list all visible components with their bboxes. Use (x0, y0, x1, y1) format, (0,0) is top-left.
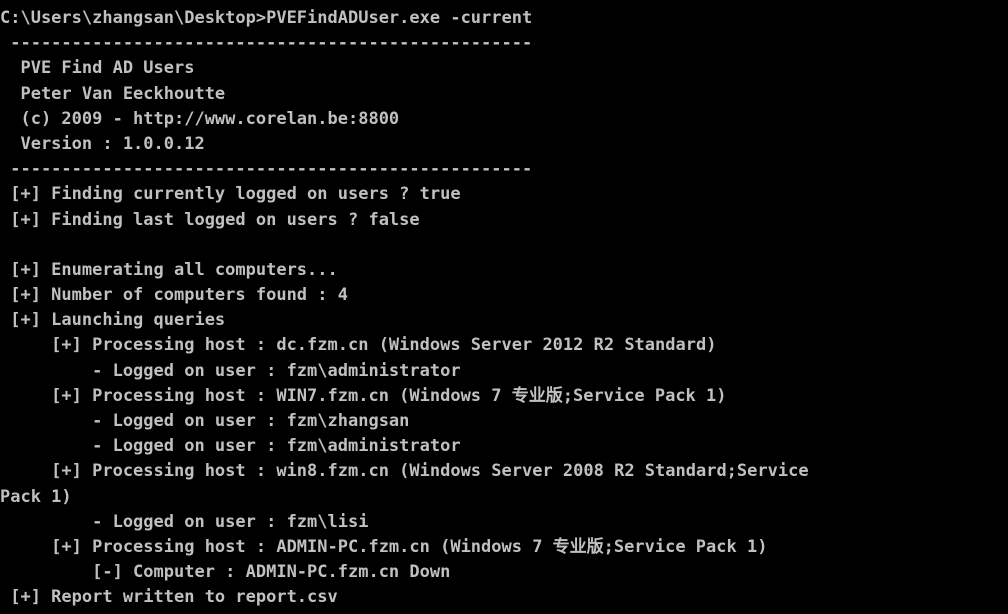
banner-version-line: Version : 1.0.0.12 (0, 133, 205, 154)
console-output: C:\Users\zhangsan\Desktop>PVEFindADUser.… (0, 0, 1008, 614)
banner-title-line: PVE Find AD Users (0, 58, 195, 79)
output-line: - Logged on user : fzm\lisi (0, 511, 369, 532)
banner-author-line: Peter Van Eeckhoutte (0, 83, 226, 104)
output-line: [-] Computer : ADMIN-PC.fzm.cn Down (0, 562, 451, 583)
output-line: [+] Launching queries (0, 310, 226, 331)
output-line: [+] Processing host : ADMIN-PC.fzm.cn (W… (0, 536, 768, 557)
output-line: [+] Finding last logged on users ? false (0, 209, 420, 230)
output-line: - Logged on user : fzm\zhangsan (0, 411, 410, 431)
separator-line: ----------------------------------------… (0, 33, 533, 54)
output-line: [+] Processing host : dc.fzm.cn (Windows… (0, 335, 717, 356)
output-line: [+] Report written to report.csv (0, 587, 338, 608)
command-line: C:\Users\zhangsan\Desktop>PVEFindADUser.… (0, 8, 533, 28)
output-line: - Logged on user : fzm\administrator (0, 436, 461, 457)
output-line: Pack 1) (0, 486, 72, 507)
output-line: [+] Enumerating all computers... (0, 259, 338, 280)
output-line: [+] Processing host : win8.fzm.cn (Windo… (0, 461, 809, 482)
output-line: [+] Finding currently logged on users ? … (0, 184, 461, 205)
output-line: - Logged on user : fzm\administrator (0, 360, 461, 381)
separator-line: ----------------------------------------… (0, 159, 533, 180)
output-line: [+] Processing host : WIN7.fzm.cn (Windo… (0, 385, 727, 406)
output-line: [+] Number of computers found : 4 (0, 285, 348, 306)
banner-copyright-line: (c) 2009 - http://www.corelan.be:8800 (0, 108, 400, 129)
